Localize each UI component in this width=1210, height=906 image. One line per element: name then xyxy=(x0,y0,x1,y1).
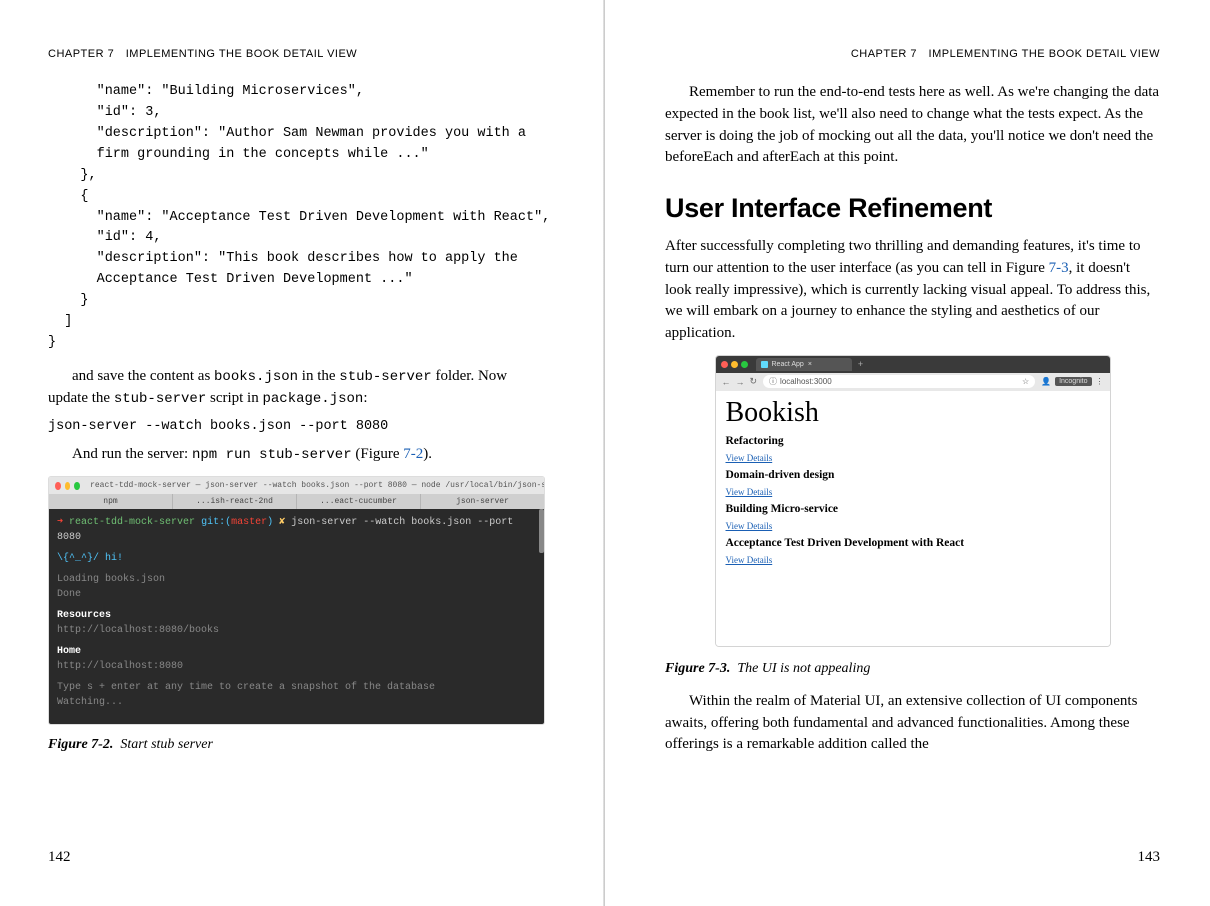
incognito-icon: 👤 xyxy=(1041,377,1051,386)
terminal-screenshot: react-tdd-mock-server — json-server --wa… xyxy=(48,476,545,725)
star-icon: ☆ xyxy=(1022,377,1029,386)
browser-tab: React App × xyxy=(756,358,852,371)
maximize-icon xyxy=(741,361,748,368)
para-save-content: and save the content as books.json in th… xyxy=(48,366,545,410)
book-entry: Building Micro-service View Details xyxy=(726,503,1100,535)
forward-icon: → xyxy=(736,377,745,387)
cmd-json-server: json-server --watch books.json --port 80… xyxy=(48,419,545,434)
view-details-link[interactable]: View Details xyxy=(726,453,773,463)
book-entry: Refactoring View Details xyxy=(726,435,1100,467)
react-icon xyxy=(761,361,768,368)
incognito-badge: Incognito xyxy=(1055,377,1091,386)
maximize-icon xyxy=(74,482,80,490)
terminal-tab: json-server xyxy=(421,494,544,509)
new-tab-icon: + xyxy=(858,359,863,369)
url-field: ⓘ localhost:3000 ☆ xyxy=(763,375,1035,388)
close-icon xyxy=(55,482,61,490)
minimize-icon xyxy=(65,482,71,490)
para-material-ui: Within the realm of Material UI, an exte… xyxy=(665,691,1160,756)
terminal-tab: ...eact-cucumber xyxy=(297,494,421,509)
terminal-titlebar: react-tdd-mock-server — json-server --wa… xyxy=(49,477,544,494)
page-right: CHAPTER 7 IMPLEMENTING THE BOOK DETAIL V… xyxy=(605,0,1210,906)
figure-7-2-caption: Figure 7-2. Start stub server xyxy=(48,737,545,753)
reload-icon: ↻ xyxy=(750,376,758,387)
page-left: CHAPTER 7 IMPLEMENTING THE BOOK DETAIL V… xyxy=(0,0,605,906)
close-icon xyxy=(721,361,728,368)
json-code-block: "name": "Building Microservices", "id": … xyxy=(48,82,545,354)
terminal-tab: npm xyxy=(49,494,173,509)
info-icon: ⓘ xyxy=(769,376,777,387)
close-tab-icon: × xyxy=(808,361,812,368)
back-icon: ← xyxy=(722,377,731,387)
figure-link-7-2[interactable]: 7-2 xyxy=(403,446,423,462)
terminal-tab: ...ish-react-2nd xyxy=(173,494,297,509)
figure-link-7-3[interactable]: 7-3 xyxy=(1049,260,1069,276)
view-details-link[interactable]: View Details xyxy=(726,487,773,497)
book-entry: Domain-driven design View Details xyxy=(726,469,1100,501)
terminal-hi: \{^_^}/ hi! xyxy=(57,551,536,566)
para-ui-intro: After successfully completing two thrill… xyxy=(665,236,1160,345)
scrollbar xyxy=(539,509,544,553)
browser-content: Bookish Refactoring View Details Domain-… xyxy=(716,391,1110,646)
minimize-icon xyxy=(731,361,738,368)
view-details-link[interactable]: View Details xyxy=(726,555,773,565)
terminal-tabs: npm ...ish-react-2nd ...eact-cucumber js… xyxy=(49,494,544,509)
view-details-link[interactable]: View Details xyxy=(726,521,773,531)
browser-tabbar: React App × + xyxy=(716,356,1110,373)
page-number-left: 142 xyxy=(48,849,71,866)
terminal-title: react-tdd-mock-server — json-server --wa… xyxy=(90,481,544,490)
chapter-header-right: CHAPTER 7 IMPLEMENTING THE BOOK DETAIL V… xyxy=(665,48,1160,60)
app-title: Bookish xyxy=(726,397,1100,429)
browser-screenshot: React App × + ← → ↻ ⓘ localhost:3000 ☆ 👤… xyxy=(715,355,1111,647)
chapter-header-left: CHAPTER 7 IMPLEMENTING THE BOOK DETAIL V… xyxy=(48,48,545,60)
figure-7-3-caption: Figure 7-3. The UI is not appealing xyxy=(665,661,1160,677)
para-remember-tests: Remember to run the end-to-end tests her… xyxy=(665,82,1160,169)
book-entry: Acceptance Test Driven Development with … xyxy=(726,537,1100,569)
menu-icon: ⋮ xyxy=(1096,377,1104,386)
section-heading-ui-refinement: User Interface Refinement xyxy=(665,193,1160,224)
terminal-prompt: ➜ react-tdd-mock-server git:(master) ✘ j… xyxy=(57,515,536,545)
terminal-body: ➜ react-tdd-mock-server git:(master) ✘ j… xyxy=(49,509,544,724)
browser-address-bar: ← → ↻ ⓘ localhost:3000 ☆ 👤 Incognito ⋮ xyxy=(716,373,1110,391)
para-run-server: And run the server: npm run stub-server … xyxy=(48,444,545,466)
page-number-right: 143 xyxy=(1138,849,1161,866)
